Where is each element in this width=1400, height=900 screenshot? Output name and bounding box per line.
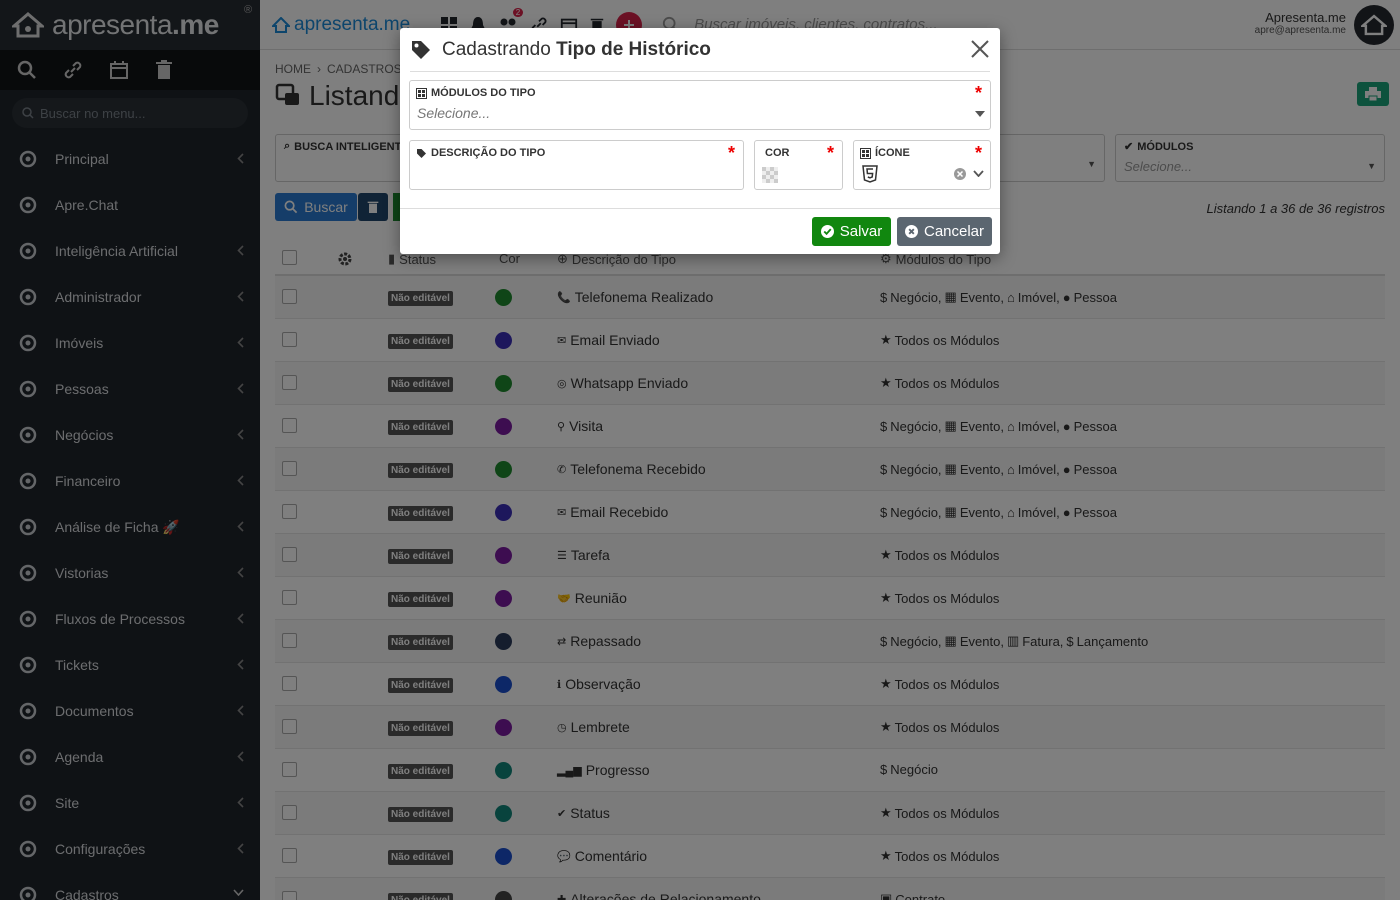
modal-footer: Salvar Cancelar: [400, 208, 1000, 254]
close-icon[interactable]: [970, 39, 990, 59]
chevron-down-icon[interactable]: [973, 170, 984, 177]
caret-down-icon: [975, 111, 985, 117]
modal-title-bold: Tipo de Histórico: [556, 38, 711, 60]
cor-label: COR: [765, 147, 790, 159]
tag-icon: [417, 148, 426, 158]
cor-picker[interactable]: COR *: [754, 140, 843, 190]
grid-icon: [416, 87, 427, 99]
modal-title-prefix: Cadastrando: [442, 38, 551, 60]
required-mark: *: [974, 143, 982, 163]
icone-select[interactable]: ÍCONE *: [853, 140, 991, 190]
icone-label: ÍCONE: [875, 147, 910, 159]
tag-icon: [412, 40, 430, 59]
modulos-select[interactable]: MÓDULOS DO TIPO * Selecione...: [409, 80, 991, 130]
required-mark: *: [826, 143, 834, 163]
check-circle-icon: [820, 225, 834, 238]
clear-icon[interactable]: [954, 168, 966, 180]
modal-title: Cadastrando Tipo de Histórico: [442, 39, 711, 61]
required-mark: *: [974, 83, 982, 103]
descricao-label: DESCRIÇÃO DO TIPO: [431, 147, 546, 159]
times-circle-icon: [904, 225, 918, 238]
html5-icon: [862, 165, 878, 183]
save-button[interactable]: Salvar: [812, 217, 891, 246]
modulos-placeholder: Selecione...: [417, 105, 491, 121]
grid-icon: [860, 147, 871, 159]
cancel-button[interactable]: Cancelar: [897, 217, 992, 246]
create-history-type-modal: Cadastrando Tipo de Histórico MÓDULOS DO…: [400, 28, 1000, 254]
save-button-label: Salvar: [839, 223, 883, 240]
cancel-button-label: Cancelar: [923, 223, 985, 240]
modulos-label: MÓDULOS DO TIPO: [431, 87, 536, 99]
descricao-input[interactable]: DESCRIÇÃO DO TIPO *: [409, 140, 744, 190]
required-mark: *: [727, 143, 735, 163]
modal-header: Cadastrando Tipo de Histórico: [410, 28, 990, 72]
color-swatch[interactable]: [762, 167, 778, 183]
